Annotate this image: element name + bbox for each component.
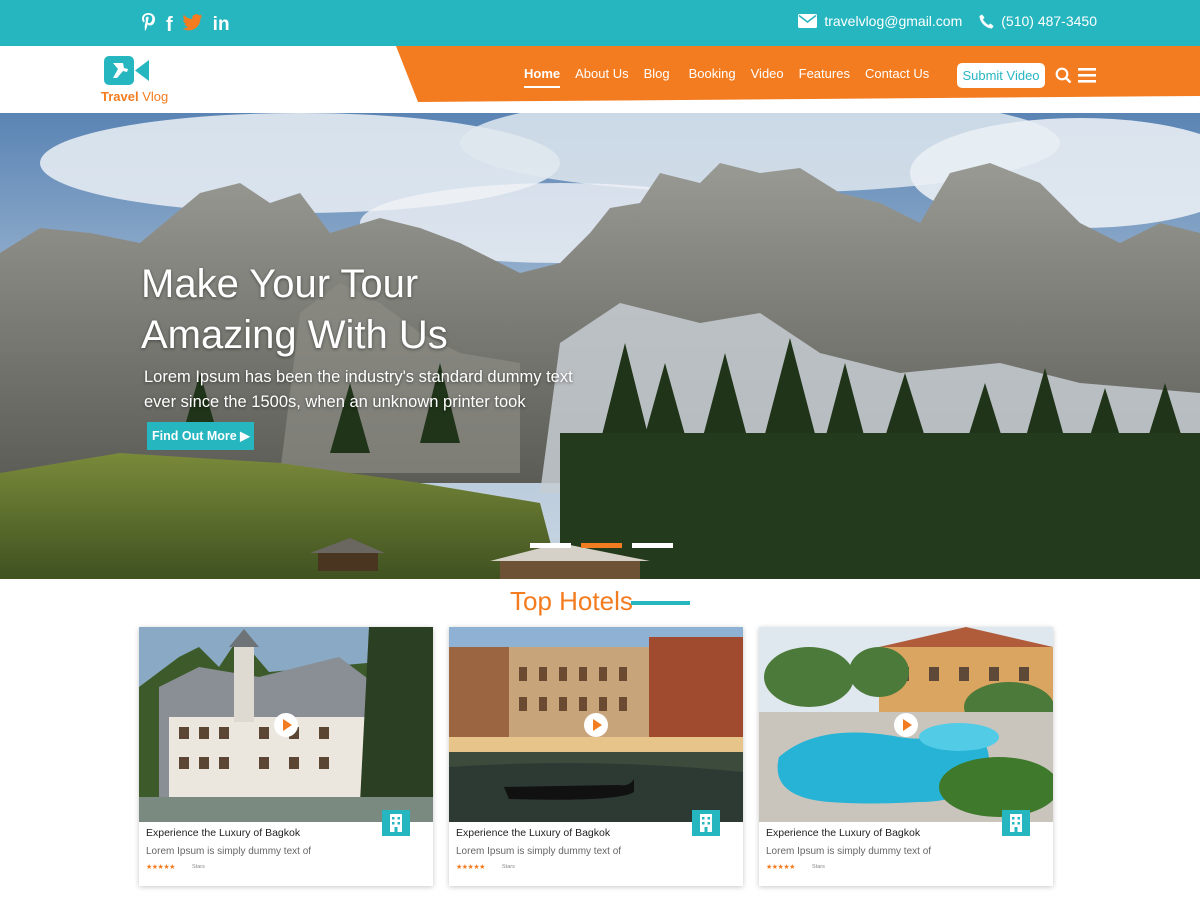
hotel-title[interactable]: Experience the Luxury of Bagkok — [766, 827, 920, 839]
submit-video-button[interactable]: Submit Video — [957, 63, 1045, 88]
linkedin-icon[interactable]: in — [213, 14, 230, 36]
hotel-description: Lorem Ipsum is simply dummy text of — [456, 846, 622, 857]
hotel-description: Lorem Ipsum is simply dummy text of — [146, 846, 312, 857]
hero-slider: Make Your Tour Amazing With Us Lorem Ips… — [0, 113, 1200, 579]
hotel-building-icon — [1002, 810, 1030, 836]
top-bar: f in travelvlog@gmail.com (510) 487-3450 — [0, 0, 1200, 46]
video-camera-icon — [104, 56, 149, 85]
social-links: f in — [141, 12, 230, 38]
hotel-building-icon — [692, 810, 720, 836]
nav-features[interactable]: Features — [799, 64, 850, 84]
hotel-image[interactable] — [759, 627, 1053, 822]
play-icon[interactable] — [274, 713, 298, 737]
main-nav: Home About Us Blog Booking Video Feature… — [524, 64, 944, 88]
play-icon[interactable] — [584, 713, 608, 737]
hero-subtitle: Lorem Ipsum has been the industry's stan… — [144, 368, 573, 411]
hotel-description: Lorem Ipsum is simply dummy text of — [766, 846, 932, 857]
slider-dots — [530, 543, 673, 548]
rating-label: Stars — [812, 864, 825, 870]
pinterest-icon[interactable] — [141, 12, 156, 38]
hotel-building-icon — [382, 810, 410, 836]
hotel-title[interactable]: Experience the Luxury of Bagkok — [456, 827, 610, 839]
slider-dot-1[interactable] — [530, 543, 571, 548]
rating-label: Stars — [192, 864, 205, 870]
hotel-card[interactable]: Experience the Luxury of Bagkok Lorem Ip… — [139, 627, 433, 886]
star-rating: ★★★★★ — [766, 864, 795, 871]
star-rating: ★★★★★ — [146, 864, 175, 871]
nav-blog[interactable]: Blog — [644, 64, 670, 84]
phone-contact[interactable]: (510) 487-3450 — [979, 13, 1097, 29]
slider-dot-3[interactable] — [632, 543, 673, 548]
facebook-icon[interactable]: f — [166, 14, 173, 36]
hotel-card[interactable]: Experience the Luxury of Bagkok Lorem Ip… — [759, 627, 1053, 886]
contact-info: travelvlog@gmail.com (510) 487-3450 — [781, 13, 1097, 29]
nav-home[interactable]: Home — [524, 64, 561, 88]
hero-title: Make Your Tour Amazing With Us — [141, 262, 448, 357]
email-contact[interactable]: travelvlog@gmail.com — [798, 13, 962, 29]
nav-about-us[interactable]: About Us — [575, 64, 628, 84]
find-out-more-button[interactable]: Find Out More ▶ — [147, 422, 254, 450]
star-rating: ★★★★★ — [456, 864, 485, 871]
slider-dot-2[interactable] — [581, 543, 622, 548]
hotel-image[interactable] — [139, 627, 433, 822]
section-title-underline — [631, 601, 690, 605]
logo-text: Travel Vlog — [101, 89, 169, 104]
hotel-title[interactable]: Experience the Luxury of Bagkok — [146, 827, 300, 839]
email-text: travelvlog@gmail.com — [824, 13, 963, 29]
phone-text: (510) 487-3450 — [1001, 13, 1097, 29]
rating-label: Stars — [502, 864, 515, 870]
header: Travel Vlog Home About Us Blog Booking V… — [0, 46, 1200, 113]
nav-video[interactable]: Video — [751, 64, 784, 84]
twitter-icon[interactable] — [182, 13, 203, 37]
hamburger-menu-icon[interactable] — [1078, 68, 1096, 83]
hotel-image[interactable] — [449, 627, 743, 822]
search-icon[interactable] — [1055, 67, 1072, 84]
section-title: Top Hotels — [510, 586, 633, 616]
phone-icon — [979, 14, 994, 28]
nav-booking[interactable]: Booking — [689, 64, 736, 84]
play-icon[interactable] — [894, 713, 918, 737]
hotel-card[interactable]: Experience the Luxury of Bagkok Lorem Ip… — [449, 627, 743, 886]
nav-contact-us[interactable]: Contact Us — [865, 64, 929, 84]
mail-icon — [798, 14, 818, 28]
